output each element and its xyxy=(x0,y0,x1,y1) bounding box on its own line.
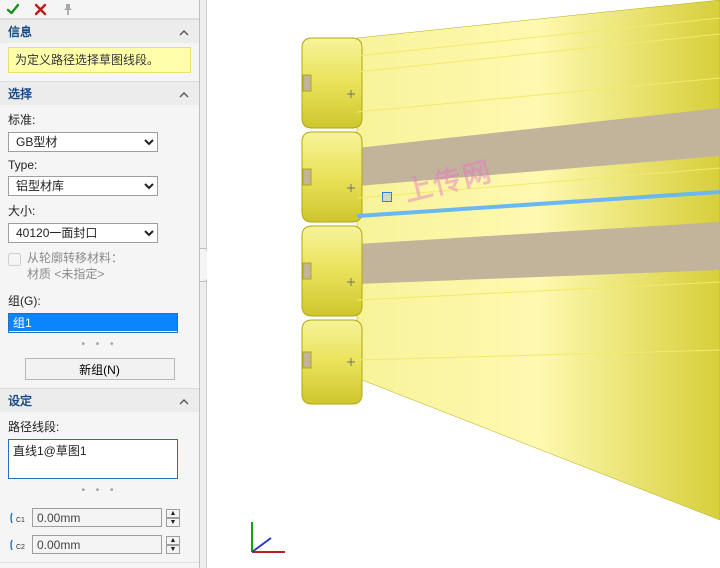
chevron-up-icon xyxy=(179,396,189,406)
standard-label: 标准: xyxy=(8,111,191,128)
panel-splitter[interactable] xyxy=(200,0,207,568)
group-selected-item[interactable]: 组1 xyxy=(9,314,177,331)
section-select: 选择 标准: GB型材 Type: 铝型材库 大小: 40120一面封口 从轮廓… xyxy=(0,81,199,388)
svg-text:C1: C1 xyxy=(16,517,25,524)
model-preview xyxy=(207,0,720,568)
offset-c1-row: C1 ▲▼ xyxy=(8,508,191,527)
panel-toolbar xyxy=(0,0,199,19)
view-triad-icon[interactable] xyxy=(237,512,297,562)
section-info: 信息 为定义路径选择草图线段。 xyxy=(0,19,199,81)
section-settings: 设定 路径线段: 直线1@草图1 • • • C1 ▲▼ C2 ▲▼ xyxy=(0,388,199,562)
group-listbox[interactable]: 组1 xyxy=(8,313,178,333)
path-label: 路径线段: xyxy=(8,418,191,435)
selection-handle-icon[interactable] xyxy=(382,192,392,202)
section-settings-title: 设定 xyxy=(8,392,32,409)
c1-icon: C1 xyxy=(8,509,28,527)
new-group-button[interactable]: 新组(N) xyxy=(25,358,175,380)
pin-icon[interactable] xyxy=(61,3,74,16)
section-info-header[interactable]: 信息 xyxy=(0,20,199,43)
section-select-header[interactable]: 选择 xyxy=(0,82,199,105)
resize-handle-icon[interactable]: • • • xyxy=(8,485,191,496)
size-select[interactable]: 40120一面封口 xyxy=(8,223,158,243)
chevron-up-icon xyxy=(179,89,189,99)
section-select-title: 选择 xyxy=(8,85,32,102)
group-label: 组(G): xyxy=(8,292,191,309)
c1-spinner[interactable]: ▲▼ xyxy=(166,509,180,527)
resize-handle-icon[interactable]: • • • xyxy=(8,339,191,350)
graphics-viewport[interactable]: 上传网 xyxy=(207,0,720,568)
transfer-material-checkbox xyxy=(8,253,21,266)
c2-spinner[interactable]: ▲▼ xyxy=(166,536,180,554)
transfer-material-row: 从轮廓转移材料： 材质 <未指定> xyxy=(8,251,191,282)
transfer-line2: 材质 <未指定> xyxy=(27,267,123,283)
section-settings-header[interactable]: 设定 xyxy=(0,389,199,412)
type-select[interactable]: 铝型材库 xyxy=(8,176,158,196)
offset-c2-input[interactable] xyxy=(32,535,162,554)
cancel-icon[interactable] xyxy=(34,3,47,16)
ok-icon[interactable] xyxy=(6,2,20,16)
type-label: Type: xyxy=(8,158,191,172)
property-panel: 信息 为定义路径选择草图线段。 选择 标准: GB型材 Type: 铝型材库 大… xyxy=(0,0,200,568)
c2-icon: C2 xyxy=(8,536,28,554)
section-info-title: 信息 xyxy=(8,23,32,40)
offset-c2-row: C2 ▲▼ xyxy=(8,535,191,554)
info-hint: 为定义路径选择草图线段。 xyxy=(8,47,191,73)
size-label: 大小: xyxy=(8,202,191,219)
standard-select[interactable]: GB型材 xyxy=(8,132,158,152)
offset-c1-input[interactable] xyxy=(32,508,162,527)
path-segment-item[interactable]: 直线1@草图1 xyxy=(13,442,173,459)
transfer-line1: 从轮廓转移材料： xyxy=(27,251,123,267)
chevron-up-icon xyxy=(179,27,189,37)
svg-text:C2: C2 xyxy=(16,544,25,551)
path-segments-box[interactable]: 直线1@草图1 xyxy=(8,439,178,479)
mirror-profile-row: 镜向轮廓(M) xyxy=(0,562,199,568)
